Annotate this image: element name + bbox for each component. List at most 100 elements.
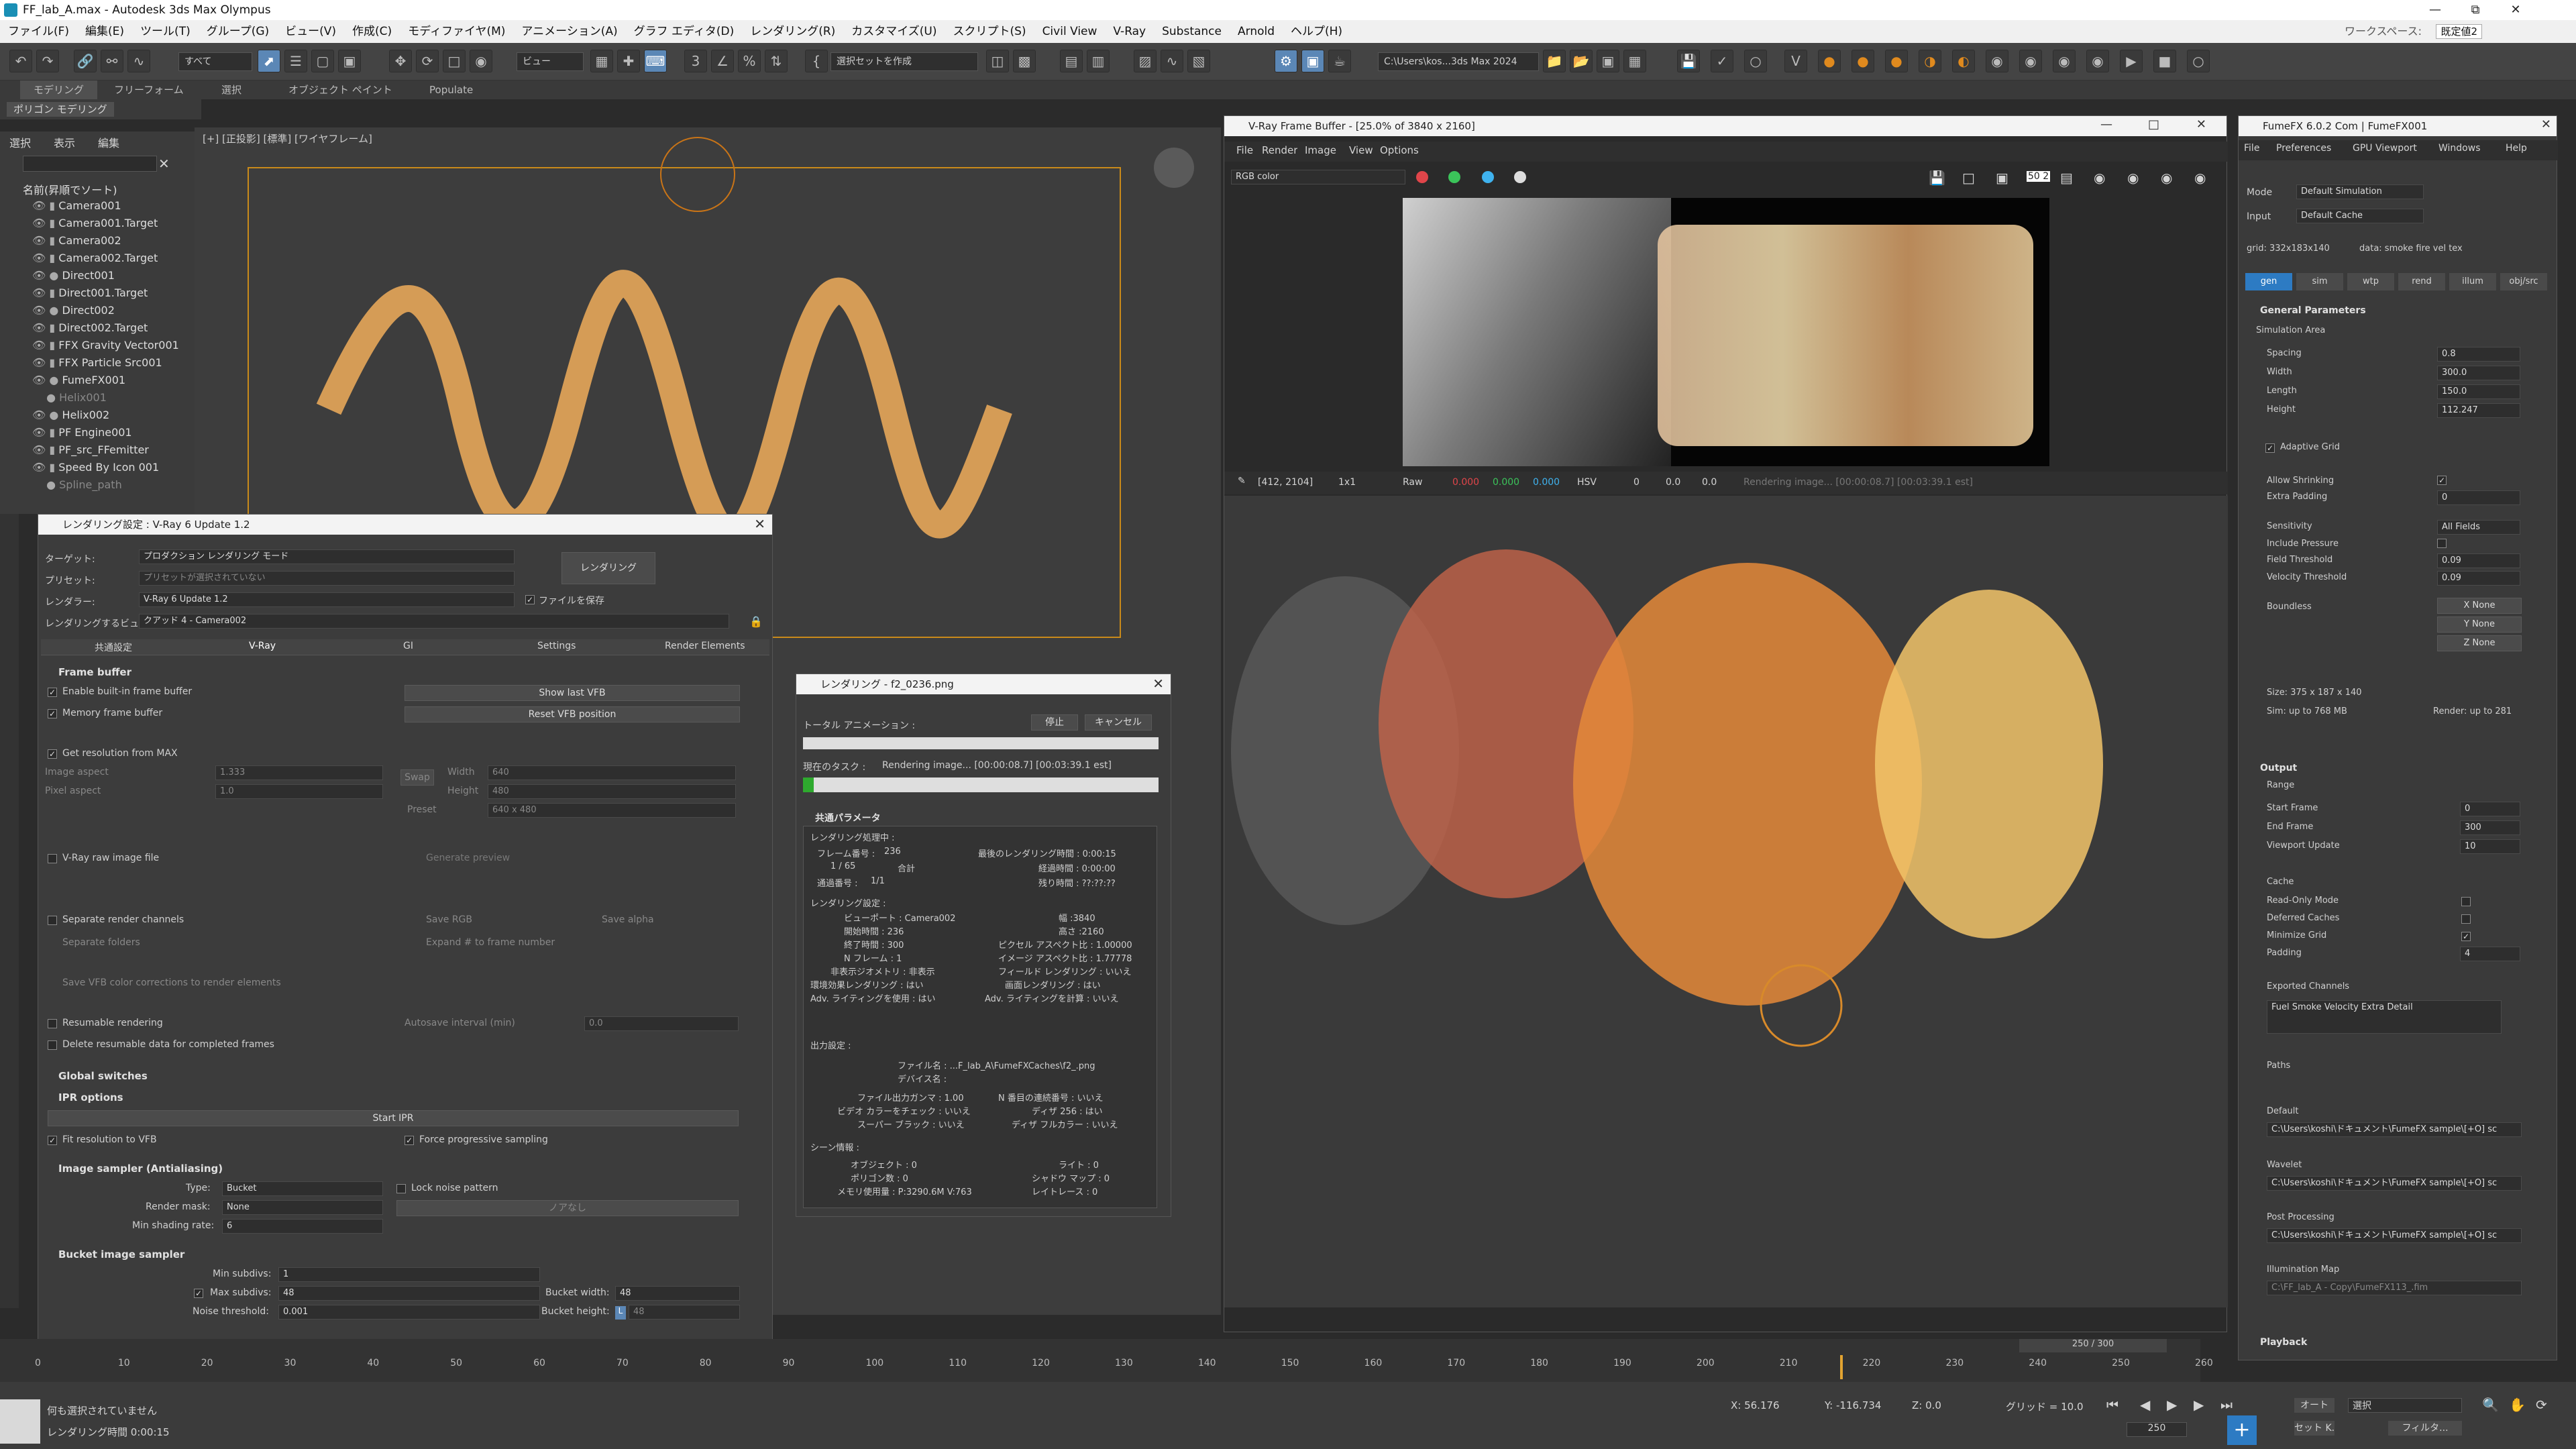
fumefx-menu-gpu[interactable]: GPU Viewport <box>2353 143 2417 154</box>
color-mode[interactable]: HSV <box>1577 477 1597 488</box>
project-path-dropdown[interactable]: C:\Users\kos...3ds Max 2024 <box>1378 52 1539 71</box>
menu-arnold[interactable]: Arnold <box>1230 20 1283 43</box>
snaps-toggle-icon[interactable]: 3 <box>684 50 707 72</box>
scene-item[interactable]: 👁 ▮ Camera002 <box>32 232 121 250</box>
x-coordinate[interactable]: X: 56.176 <box>1731 1399 1780 1411</box>
tab-gi[interactable]: GI <box>403 641 413 651</box>
vfb-menu-render[interactable]: Render <box>1262 144 1297 156</box>
key-filters-button[interactable]: フィルタ... <box>2388 1421 2462 1436</box>
reference-coordinate-dropdown[interactable]: ビュー <box>517 52 584 71</box>
rendered-frame-window-icon[interactable]: ▣ <box>1301 50 1324 72</box>
menu-modifiers[interactable]: モディファイヤ(M) <box>400 20 513 43</box>
red-channel-icon[interactable] <box>1416 171 1428 183</box>
vray-sphere-icon[interactable]: ◉ <box>2019 50 2042 72</box>
picker-icon[interactable]: ✎ <box>1238 476 1246 486</box>
vfb-menu-options[interactable]: Options <box>1380 144 1419 156</box>
scene-item[interactable]: 👁 ▮ Direct001.Target <box>32 284 148 302</box>
padding-field[interactable]: 4 <box>2460 947 2520 961</box>
post-processing-field[interactable]: C:\Users\koshi\ドキュメント\FumeFX sample\[+O]… <box>2267 1228 2522 1243</box>
maxscript-listener[interactable] <box>0 1399 40 1444</box>
save-icon[interactable]: 💾 <box>1677 50 1700 72</box>
menu-rendering[interactable]: レンダリング(R) <box>742 20 843 43</box>
polygon-modeling-label[interactable]: ポリゴン モデリング <box>7 102 114 117</box>
scene-item[interactable]: 👁 ▮ PF_src_FFemitter <box>32 441 149 459</box>
scene-item[interactable]: 👁 ▮ FFX Particle Src001 <box>32 354 162 372</box>
cancel-button[interactable]: キャンセル <box>1085 714 1152 731</box>
scene-sort-header[interactable]: 名前(昇順でソート) <box>23 181 117 197</box>
y-coordinate[interactable]: Y: -116.734 <box>1825 1399 1881 1411</box>
delete-resumable-checkbox[interactable] <box>48 1040 57 1050</box>
layer-explorer-icon[interactable]: ▥ <box>1087 50 1110 72</box>
scene-item[interactable]: ● Spline_path <box>32 476 122 494</box>
set-key-button[interactable]: セット K. <box>2294 1421 2334 1436</box>
channel-dropdown[interactable]: RGB color <box>1231 170 1405 184</box>
min-subdivs-field[interactable]: 1 <box>278 1267 540 1282</box>
keyboard-shortcut-icon[interactable]: ⌨ <box>644 50 667 72</box>
scene-item[interactable]: ● Helix001 <box>32 389 107 407</box>
fumefx-menu-windows[interactable]: Windows <box>2438 143 2481 154</box>
raw-label[interactable]: Raw <box>1403 477 1422 488</box>
tab-common[interactable]: 共通設定 <box>95 641 132 654</box>
viewport-update-field[interactable]: 10 <box>2460 839 2520 854</box>
playback-section[interactable]: Playback <box>2260 1337 2307 1348</box>
menu-create[interactable]: 作成(C) <box>344 20 400 43</box>
output-section[interactable]: Output <box>2260 763 2297 773</box>
fit-res-checkbox[interactable]: ✓ <box>48 1136 57 1145</box>
align-icon[interactable]: ▩ <box>1013 50 1036 72</box>
bind-space-warp-icon[interactable]: ∿ <box>127 50 150 72</box>
vfb-render-preview[interactable] <box>1403 198 2049 466</box>
curve-editor-icon[interactable]: ∿ <box>1161 50 1183 72</box>
vfb-menu-view[interactable]: View <box>1349 144 1373 156</box>
add-icon[interactable]: + <box>2227 1415 2257 1445</box>
clear-image-icon[interactable]: □ <box>1962 170 1975 186</box>
tab-vray[interactable]: V-Ray <box>249 641 276 651</box>
scene-explorer-icon[interactable]: ▤ <box>1060 50 1083 72</box>
redo-icon[interactable]: ↷ <box>36 50 59 72</box>
vray-icon[interactable]: V <box>1784 50 1807 72</box>
vray-light-icon[interactable]: ● <box>1818 50 1841 72</box>
get-res-checkbox[interactable]: ✓ <box>48 749 57 759</box>
open-icon[interactable]: 📂 <box>1570 50 1593 72</box>
ribbon-tab-selection[interactable]: 選択 <box>221 80 241 99</box>
zoom-level[interactable]: 1x1 <box>1338 477 1356 488</box>
minimize-grid-checkbox[interactable]: ✓ <box>2461 932 2471 941</box>
vray-fur-icon[interactable]: ◉ <box>2053 50 2076 72</box>
pan-icon[interactable]: ✋ <box>2509 1397 2526 1413</box>
schematic-view-icon[interactable]: ▧ <box>1187 50 1210 72</box>
circle-icon[interactable]: ○ <box>1744 50 1767 72</box>
menu-animation[interactable]: アニメーション(A) <box>513 20 625 43</box>
boundless-y-button[interactable]: Y None <box>2437 616 2522 633</box>
adaptive-grid-checkbox[interactable]: ✓ <box>2265 443 2275 453</box>
renderer-dropdown[interactable]: V-Ray 6 Update 1.2 <box>139 592 515 607</box>
scene-search-input[interactable] <box>23 156 157 172</box>
select-manipulate-icon[interactable]: ✚ <box>617 50 640 72</box>
place-icon[interactable]: ◉ <box>470 50 492 72</box>
ipr-icon[interactable]: ◉ <box>2094 170 2105 186</box>
pivot-center-icon[interactable]: ▦ <box>590 50 613 72</box>
close-icon[interactable]: ✕ <box>2541 117 2551 131</box>
menu-scripting[interactable]: スクリプト(S) <box>945 20 1034 43</box>
global-switches-section[interactable]: Global switches <box>58 1070 148 1082</box>
width-field[interactable]: 640 <box>488 765 736 780</box>
clear-search-icon[interactable]: ✕ <box>158 156 170 172</box>
image-sampler-section[interactable]: Image sampler (Antialiasing) <box>58 1163 223 1175</box>
rotate-icon[interactable]: ⟳ <box>416 50 439 72</box>
region-render-icon[interactable]: ▣ <box>1996 170 2008 186</box>
sensitivity-dropdown[interactable]: All Fields <box>2437 520 2520 535</box>
scene-item[interactable]: 👁 ▮ Camera001 <box>32 197 121 215</box>
undo-icon[interactable]: ↶ <box>9 50 32 72</box>
height-field[interactable]: 480 <box>488 784 736 799</box>
angle-snap-icon[interactable]: ∠ <box>711 50 734 72</box>
include-pressure-checkbox[interactable] <box>2437 539 2447 548</box>
close-icon[interactable]: ✕ <box>754 516 765 532</box>
render-last-icon[interactable]: ◉ <box>2194 170 2206 186</box>
show-last-vfb-button[interactable]: Show last VFB <box>405 685 740 701</box>
check-icon[interactable]: ✓ <box>1711 50 1733 72</box>
scene-item[interactable]: 👁 ● Helix002 <box>32 407 109 424</box>
minimize-button[interactable]: — <box>2415 0 2455 20</box>
close-icon[interactable]: ✕ <box>1152 676 1164 692</box>
scene-menu-display[interactable]: 表示 <box>54 134 75 150</box>
resumable-checkbox[interactable] <box>48 1019 57 1028</box>
force-prog-checkbox[interactable]: ✓ <box>405 1136 414 1145</box>
ipr-section[interactable]: IPR options <box>58 1091 123 1104</box>
